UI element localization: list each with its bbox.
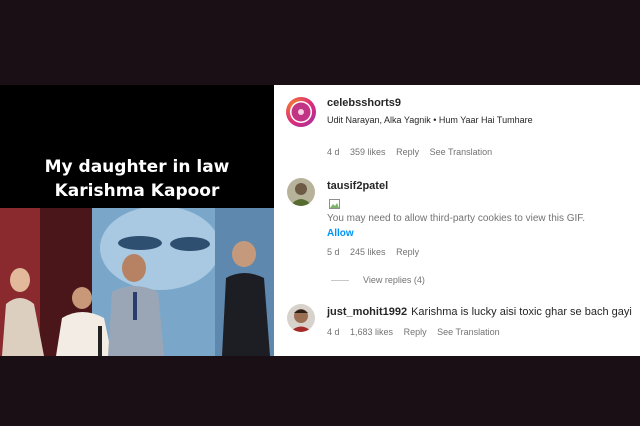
- post-audio-info[interactable]: Udit Narayan, Alka Yagnik • Hum Yaar Hai…: [327, 115, 533, 125]
- comment-avatar[interactable]: [287, 178, 315, 206]
- view-replies-button[interactable]: View replies (4): [331, 275, 425, 285]
- replies-divider: [331, 280, 349, 282]
- video-frame[interactable]: My daughter in law Karishma Kapoor: [0, 85, 274, 356]
- post-reply-button[interactable]: Reply: [396, 147, 419, 157]
- post-avatar[interactable]: [286, 97, 316, 127]
- comment-age: 4 d: [327, 327, 340, 337]
- comment-body: just_mohit1992 Karishma is lucky aisi tox…: [327, 306, 632, 318]
- comment-username[interactable]: just_mohit1992: [327, 306, 407, 318]
- video-caption: My daughter in law Karishma Kapoor: [0, 155, 274, 203]
- comments-panel: celebsshorts9 Udit Narayan, Alka Yagnik …: [274, 85, 640, 356]
- comment-translate-button[interactable]: See Translation: [437, 327, 500, 337]
- comment-likes[interactable]: 245 likes: [350, 247, 386, 257]
- comment-username[interactable]: tausif2patel: [327, 180, 388, 192]
- broken-image-icon: [329, 199, 340, 209]
- caption-line-2: Karishma Kapoor: [54, 181, 220, 201]
- comment-age: 5 d: [327, 247, 340, 257]
- comment-text: Karishma is lucky aisi toxic ghar se bac…: [411, 306, 632, 318]
- allow-cookies-link[interactable]: Allow: [327, 228, 354, 239]
- caption-line-1: My daughter in law: [44, 157, 230, 177]
- video-still-image: [0, 208, 274, 356]
- gif-cookie-notice: You may need to allow third-party cookie…: [327, 213, 586, 224]
- comment-likes[interactable]: 1,683 likes: [350, 327, 393, 337]
- post-likes[interactable]: 359 likes: [350, 147, 386, 157]
- post-meta: 4 d 359 likes Reply See Translation: [327, 147, 500, 157]
- comment-meta: 4 d 1,683 likes Reply See Translation: [327, 327, 508, 337]
- comment-reply-button[interactable]: Reply: [404, 327, 427, 337]
- view-replies-label[interactable]: View replies (4): [363, 275, 425, 285]
- post-username[interactable]: celebsshorts9: [327, 97, 401, 109]
- comment-reply-button[interactable]: Reply: [396, 247, 419, 257]
- comment-avatar[interactable]: [287, 304, 315, 332]
- post-age: 4 d: [327, 147, 340, 157]
- post-translate-button[interactable]: See Translation: [430, 147, 493, 157]
- comment-meta: 5 d 245 likes Reply: [327, 247, 427, 257]
